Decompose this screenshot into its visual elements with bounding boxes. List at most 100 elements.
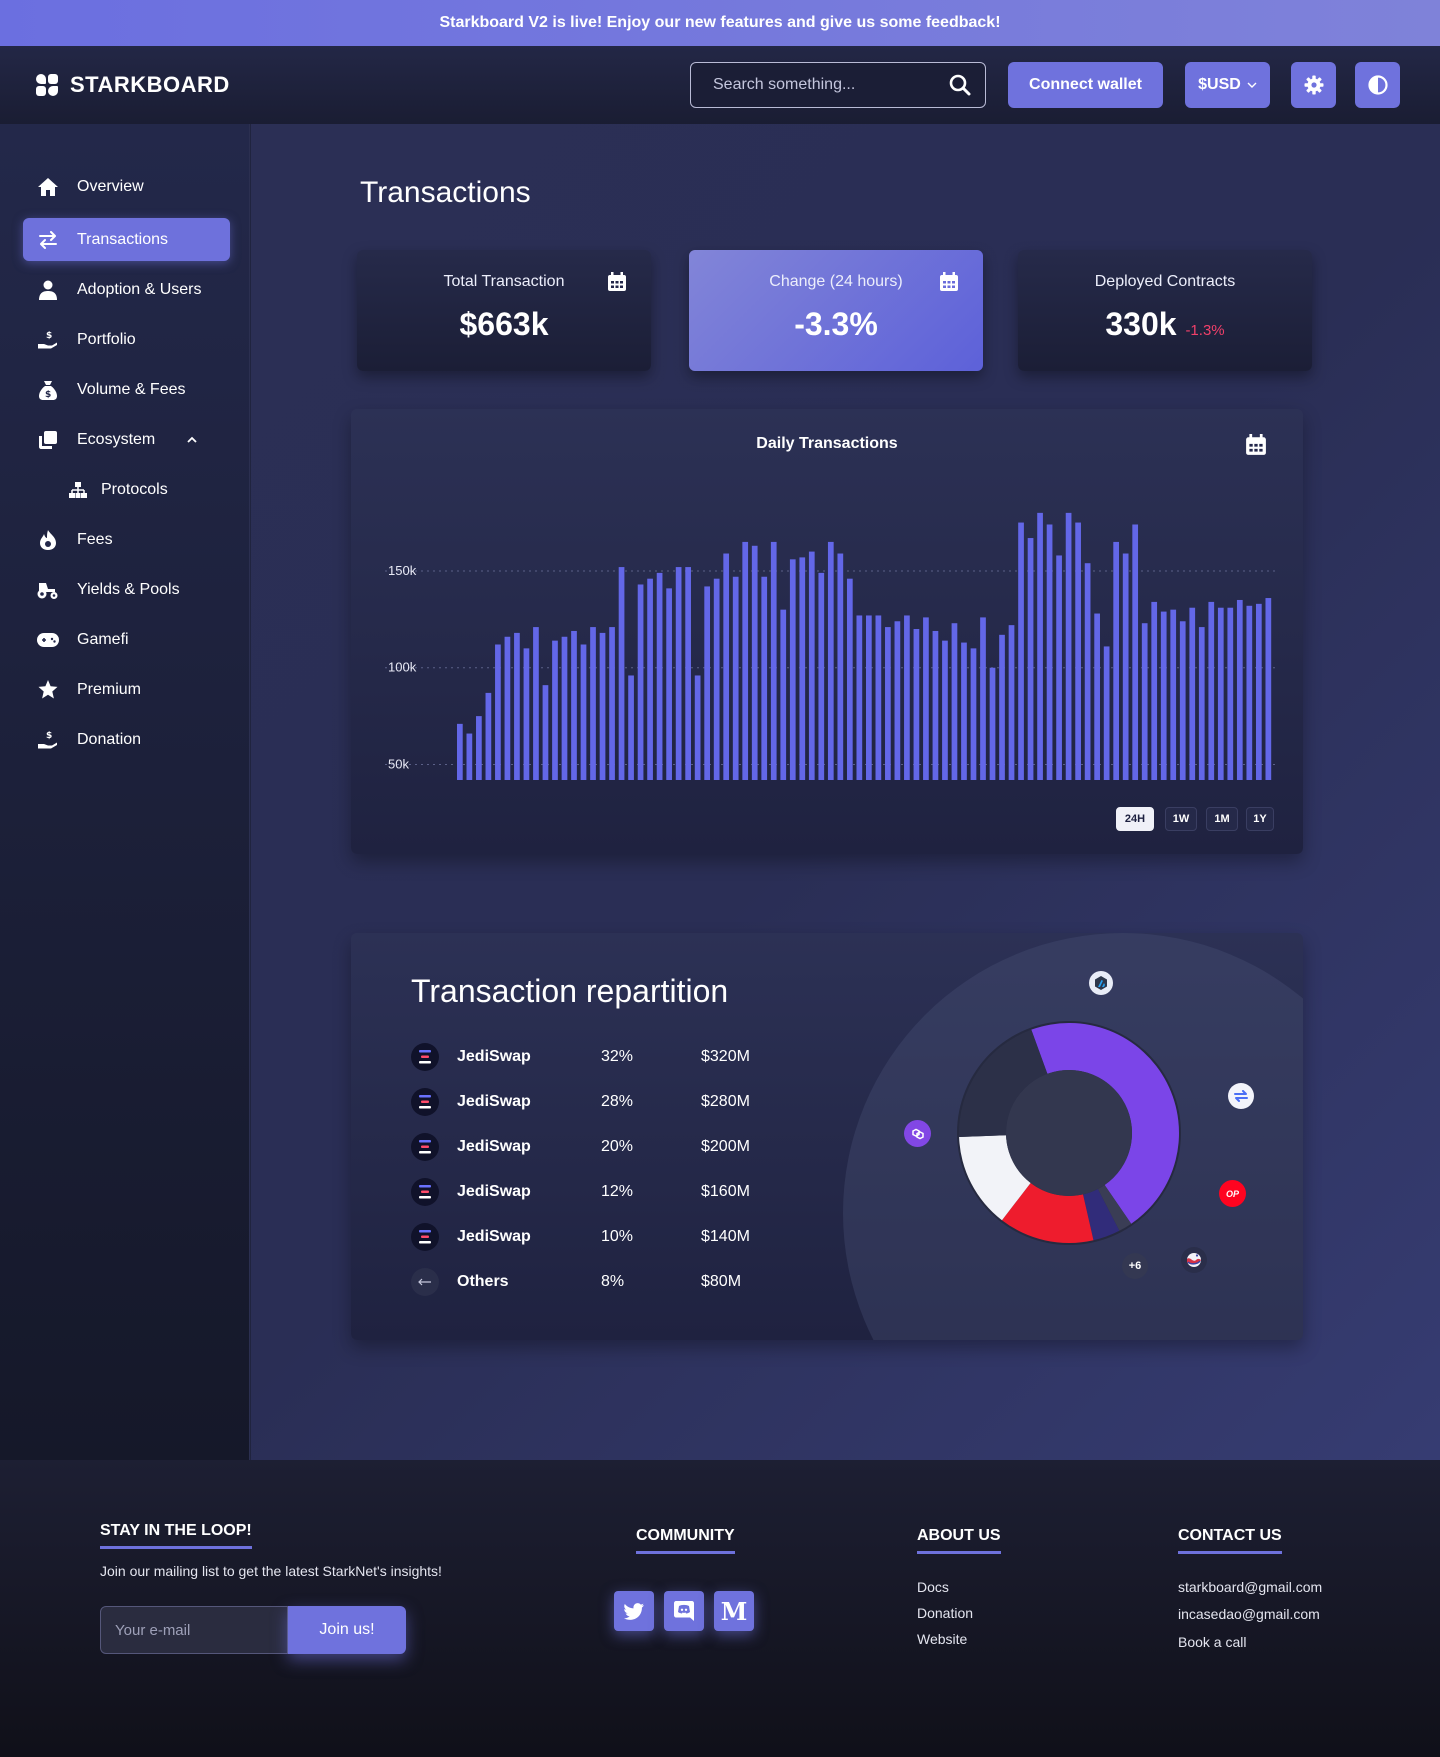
theme-toggle-button[interactable] <box>1355 62 1400 108</box>
bar[interactable] <box>571 630 577 780</box>
join-button[interactable]: Join us! <box>288 1606 406 1654</box>
logo[interactable]: STARKBOARD <box>36 46 230 124</box>
bar[interactable] <box>866 615 872 780</box>
list-item[interactable]: JediSwap 28% $280M <box>411 1086 771 1118</box>
email-input[interactable] <box>115 1607 287 1653</box>
sidebar-item-volume-fees[interactable]: $ Volume & Fees <box>23 368 230 411</box>
bar[interactable] <box>1160 611 1167 780</box>
bar[interactable] <box>989 667 996 780</box>
discord-link[interactable] <box>664 1591 704 1631</box>
bar[interactable] <box>780 609 787 780</box>
bar[interactable] <box>647 578 653 780</box>
bar[interactable] <box>1208 601 1215 780</box>
sidebar-item-gamefi[interactable]: Gamefi <box>23 618 230 661</box>
list-item[interactable]: JediSwap 20% $200M <box>411 1131 771 1163</box>
bar[interactable] <box>846 578 853 780</box>
bar[interactable] <box>523 648 530 780</box>
bar[interactable] <box>656 572 663 780</box>
search-box[interactable] <box>690 62 986 108</box>
bar[interactable] <box>542 685 549 780</box>
bar[interactable] <box>1246 605 1253 780</box>
connect-wallet-button[interactable]: Connect wallet <box>1008 62 1163 108</box>
range-button-1w[interactable]: 1W <box>1165 807 1197 831</box>
polygon-logo-icon[interactable] <box>904 1120 931 1147</box>
calendar-icon[interactable] <box>607 272 627 292</box>
bar[interactable] <box>1236 599 1243 780</box>
bar[interactable] <box>761 576 768 780</box>
bar[interactable] <box>1113 541 1120 780</box>
bar[interactable] <box>932 630 939 780</box>
arbitrum-logo-icon[interactable] <box>1089 971 1113 995</box>
settings-button[interactable] <box>1291 62 1336 108</box>
bar[interactable] <box>999 634 1005 780</box>
bar[interactable] <box>1141 623 1148 780</box>
bar[interactable] <box>476 716 482 780</box>
bar[interactable] <box>1217 607 1224 780</box>
twitter-link[interactable] <box>614 1591 654 1631</box>
bar[interactable] <box>799 557 806 780</box>
email-field[interactable] <box>100 1606 288 1654</box>
bar[interactable] <box>1179 621 1186 780</box>
range-button-1y[interactable]: 1Y <box>1246 807 1274 831</box>
search-input[interactable] <box>713 76 949 94</box>
bar[interactable] <box>1027 538 1034 780</box>
bar[interactable] <box>628 675 634 780</box>
range-button-24h[interactable]: 24H <box>1116 807 1154 831</box>
range-button-1m[interactable]: 1M <box>1206 807 1238 831</box>
sidebar-item-donation[interactable]: $ Donation <box>23 718 230 761</box>
bar[interactable] <box>466 733 473 780</box>
currency-select[interactable]: $USD <box>1185 62 1270 108</box>
bar[interactable] <box>1255 603 1262 780</box>
sidebar-item-adoption-users[interactable]: Adoption & Users <box>23 268 230 311</box>
bar[interactable] <box>685 567 691 780</box>
bar[interactable] <box>1227 607 1234 780</box>
sidebar-item-protocols[interactable]: Protocols <box>23 468 230 511</box>
footer-link-website[interactable]: Website <box>917 1631 967 1647</box>
swap-protocol-logo-icon[interactable] <box>1228 1083 1254 1109</box>
bar[interactable] <box>457 723 463 780</box>
bar[interactable] <box>1132 524 1139 780</box>
bar[interactable] <box>580 644 587 781</box>
bar[interactable] <box>1018 522 1024 780</box>
bar[interactable] <box>732 576 739 780</box>
bar[interactable] <box>533 627 539 780</box>
bar[interactable] <box>723 553 730 780</box>
sidebar-item-portfolio[interactable]: $ Portfolio <box>23 318 230 361</box>
optimism-logo-icon[interactable]: OP <box>1219 1180 1246 1207</box>
bar[interactable] <box>856 615 863 780</box>
bar[interactable] <box>1075 522 1081 780</box>
bar[interactable] <box>1094 613 1100 780</box>
bar[interactable] <box>1037 512 1043 780</box>
bar[interactable] <box>789 559 796 780</box>
bar[interactable] <box>1189 607 1196 780</box>
bar[interactable] <box>609 627 615 780</box>
more-protocols-badge[interactable]: +6 <box>1122 1253 1148 1279</box>
bar[interactable] <box>980 617 986 780</box>
bar[interactable] <box>837 553 844 780</box>
list-item[interactable]: JediSwap 32% $320M <box>411 1041 771 1073</box>
sidebar-item-yields-pools[interactable]: Yields & Pools <box>23 568 230 611</box>
bar[interactable] <box>751 545 758 780</box>
bar[interactable] <box>1046 524 1053 780</box>
medium-link[interactable]: M <box>714 1591 754 1631</box>
bar[interactable] <box>675 567 682 780</box>
bar[interactable] <box>666 588 672 780</box>
bar[interactable] <box>694 675 701 780</box>
bar[interactable] <box>742 541 749 780</box>
bar[interactable] <box>1265 598 1272 780</box>
sidebar-item-transactions[interactable]: Transactions <box>23 218 230 261</box>
bar[interactable] <box>885 627 891 780</box>
bar[interactable] <box>961 642 967 780</box>
bar[interactable] <box>1056 555 1062 780</box>
bar[interactable] <box>514 632 520 780</box>
bar[interactable] <box>1170 609 1177 780</box>
bar[interactable] <box>923 617 929 780</box>
bar[interactable] <box>504 636 511 780</box>
sidebar-item-ecosystem[interactable]: Ecosystem <box>23 418 230 461</box>
bar[interactable] <box>1103 646 1110 780</box>
bar[interactable] <box>495 644 501 781</box>
bar[interactable] <box>561 636 568 780</box>
bar[interactable] <box>1151 601 1158 780</box>
bar[interactable] <box>818 572 825 780</box>
bar[interactable] <box>485 692 492 780</box>
